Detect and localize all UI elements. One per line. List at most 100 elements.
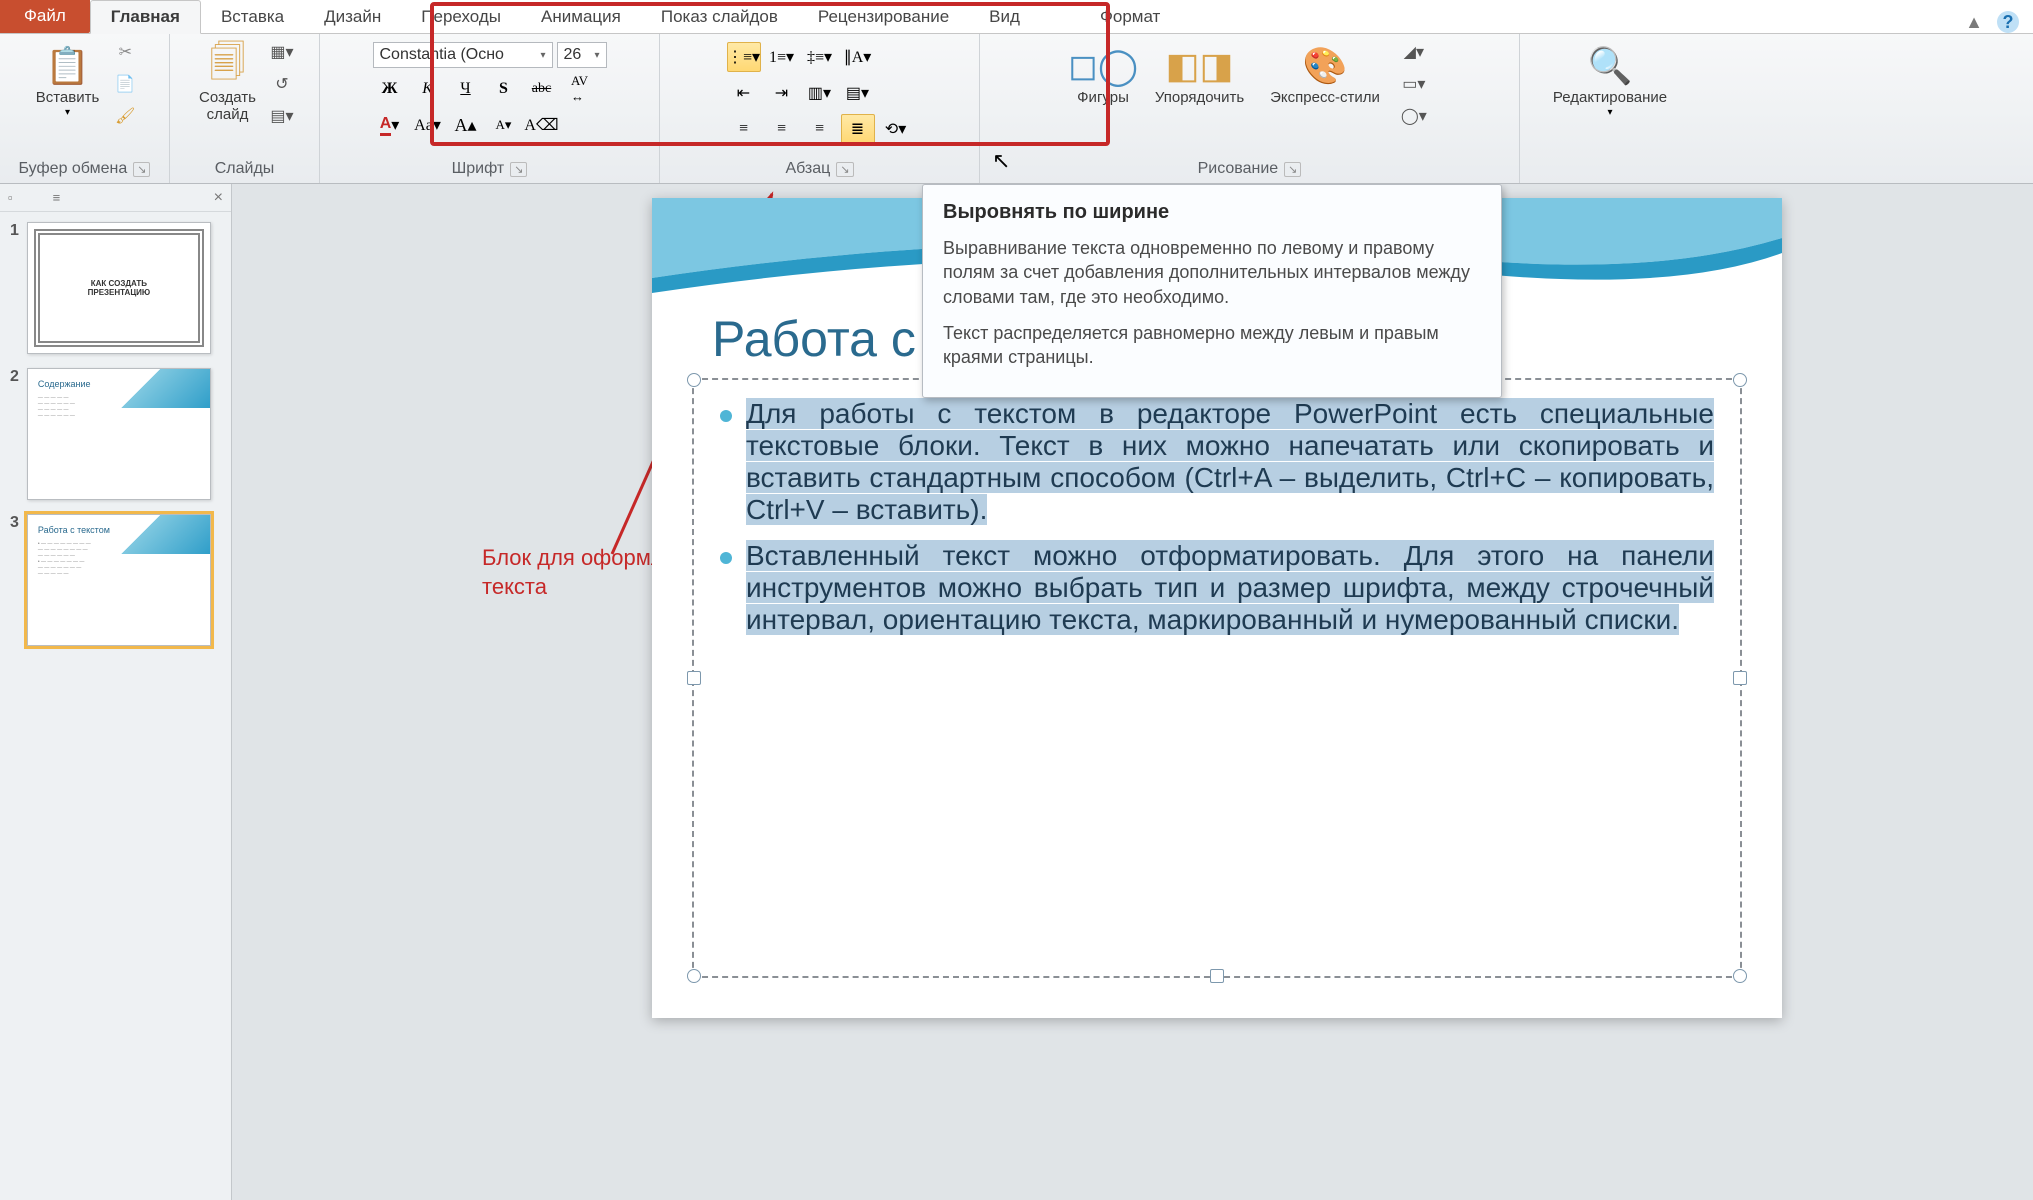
reset-button[interactable]: ↺ bbox=[268, 70, 296, 98]
section-button[interactable]: ▤▾ bbox=[268, 102, 296, 130]
text-frame[interactable]: Для работы с текстом в редакторе PowerPo… bbox=[692, 378, 1742, 978]
clipboard-launcher[interactable]: ↘ bbox=[133, 162, 150, 177]
justify-tooltip: Выровнять по ширине Выравнивание текста … bbox=[922, 184, 1502, 398]
strike-button[interactable]: abc bbox=[525, 74, 559, 104]
align-right-button[interactable]: ≡ bbox=[803, 114, 837, 144]
bullet-icon bbox=[720, 410, 732, 422]
font-group-label: Шрифт bbox=[452, 160, 505, 178]
handle-tr[interactable] bbox=[1733, 373, 1747, 387]
handle-bl[interactable] bbox=[687, 969, 701, 983]
handle-tl[interactable] bbox=[687, 373, 701, 387]
tab-design[interactable]: Дизайн bbox=[304, 1, 401, 33]
group-slides: 🗐 Создать слайд ▦▾ ↺ ▤▾ Слайды bbox=[170, 34, 320, 183]
bold-button[interactable]: Ж bbox=[373, 74, 407, 104]
close-panel-icon[interactable]: × bbox=[214, 189, 223, 207]
font-size-combo[interactable]: 26▾ bbox=[557, 42, 607, 68]
tab-format[interactable]: Формат bbox=[1080, 1, 1180, 33]
slide-thumbnails-panel: ▫ ≡ × 1 КАК СОЗДАТЬПРЕЗЕНТАЦИЮ 2 Содержа… bbox=[0, 184, 232, 1200]
font-family-combo[interactable]: Constantia (Осно▾ bbox=[373, 42, 553, 68]
tab-animation[interactable]: Анимация bbox=[521, 1, 641, 33]
handle-mr[interactable] bbox=[1733, 671, 1747, 685]
find-icon: 🔍 bbox=[1586, 42, 1634, 90]
ribbon: 📋 Вставить ▾ ✂ 📄 🖌 Буфер обмена ↘ 🗐 Созда… bbox=[0, 34, 2033, 184]
align-left-button[interactable]: ≡ bbox=[727, 114, 761, 144]
inc-indent-button[interactable]: ⇥ bbox=[765, 78, 799, 108]
tab-slideshow[interactable]: Показ слайдов bbox=[641, 1, 798, 33]
thumb-2-number: 2 bbox=[10, 368, 19, 500]
copy-button[interactable]: 📄 bbox=[111, 70, 139, 98]
tab-home[interactable]: Главная bbox=[90, 0, 201, 34]
shapes-button[interactable]: ◻◯ Фигуры bbox=[1071, 38, 1135, 130]
drawing-label: Рисование bbox=[1198, 160, 1279, 178]
tab-transitions[interactable]: Переходы bbox=[401, 1, 521, 33]
tab-review[interactable]: Рецензирование bbox=[798, 1, 969, 33]
shapes-label: Фигуры bbox=[1077, 90, 1129, 107]
tab-view[interactable]: Вид bbox=[969, 1, 1040, 33]
font-color-button[interactable]: A▾ bbox=[373, 110, 407, 140]
slide-thumb-3[interactable]: Работа с текстом • — — — — — — — —— — — … bbox=[27, 514, 211, 646]
help-icon[interactable]: ? bbox=[1997, 11, 2019, 33]
shadow-button[interactable]: S bbox=[487, 74, 521, 104]
thumbnails-tab-icon[interactable]: ▫ bbox=[8, 190, 13, 205]
group-drawing: ◻◯ Фигуры ◧◨ Упорядочить 🎨 Экспресс-стил… bbox=[980, 34, 1520, 183]
minimize-ribbon-icon[interactable]: ▲ bbox=[1965, 12, 1983, 33]
group-paragraph: ⋮≡▾ 1≡▾ ‡≡▾ ∥A▾ ⇤ ⇥ ▥▾ ▤▾ ≡ ≡ ≡ ≣ ⟲▾ Абз… bbox=[660, 34, 980, 183]
paste-icon: 📋 bbox=[44, 42, 92, 90]
paste-label: Вставить bbox=[36, 90, 100, 107]
shapes-icon: ◻◯ bbox=[1079, 42, 1127, 90]
paragraph-launcher[interactable]: ↘ bbox=[836, 162, 853, 177]
editing-label: Редактирование bbox=[1553, 90, 1667, 107]
change-case-button[interactable]: Aa▾ bbox=[411, 110, 445, 140]
text-direction-button[interactable]: ∥A▾ bbox=[841, 42, 875, 72]
new-slide-button[interactable]: 🗐 Создать слайд bbox=[193, 38, 262, 130]
numbering-button[interactable]: 1≡▾ bbox=[765, 42, 799, 72]
thumb-1-number: 1 bbox=[10, 222, 19, 354]
clipboard-label: Буфер обмена bbox=[19, 160, 128, 178]
bullet-1-text[interactable]: Для работы с текстом в редакторе PowerPo… bbox=[746, 398, 1714, 525]
slide-thumb-2[interactable]: Содержание — — — — —— — — — — —— — — — —… bbox=[27, 368, 211, 500]
cut-button[interactable]: ✂ bbox=[111, 38, 139, 66]
underline-button[interactable]: Ч bbox=[449, 74, 483, 104]
drawing-launcher[interactable]: ↘ bbox=[1284, 162, 1301, 177]
handle-bm[interactable] bbox=[1210, 969, 1224, 983]
tooltip-title: Выровнять по ширине bbox=[943, 201, 1481, 224]
bullet-2-text[interactable]: Вставленный текст можно отформатировать.… bbox=[746, 540, 1714, 635]
align-center-button[interactable]: ≡ bbox=[765, 114, 799, 144]
bullet-icon bbox=[720, 552, 732, 564]
format-painter-button[interactable]: 🖌 bbox=[111, 102, 139, 130]
tab-file[interactable]: Файл bbox=[0, 0, 90, 33]
handle-br[interactable] bbox=[1733, 969, 1747, 983]
layout-button[interactable]: ▦▾ bbox=[268, 38, 296, 66]
char-spacing-button[interactable]: AV↔ bbox=[563, 74, 597, 104]
bullets-button[interactable]: ⋮≡▾ bbox=[727, 42, 761, 72]
outline-tab-icon[interactable]: ≡ bbox=[53, 190, 61, 205]
shape-fill-button[interactable]: ◢▾ bbox=[1400, 38, 1428, 66]
styles-label: Экспресс-стили bbox=[1270, 90, 1380, 107]
editing-button[interactable]: 🔍 Редактирование ▾ bbox=[1547, 38, 1673, 122]
clear-format-button[interactable]: A⌫ bbox=[525, 110, 559, 140]
shrink-font-button[interactable]: A▾ bbox=[487, 110, 521, 140]
grow-font-button[interactable]: A▴ bbox=[449, 110, 483, 140]
font-launcher[interactable]: ↘ bbox=[510, 162, 527, 177]
justify-button[interactable]: ≣ bbox=[841, 114, 875, 144]
arrange-button[interactable]: ◧◨ Упорядочить bbox=[1149, 38, 1250, 130]
shape-effects-button[interactable]: ◯▾ bbox=[1400, 102, 1428, 130]
slides-label: Слайды bbox=[215, 160, 275, 178]
align-text-button[interactable]: ▤▾ bbox=[841, 78, 875, 108]
columns-button[interactable]: ▥▾ bbox=[803, 78, 837, 108]
new-slide-label: Создать слайд bbox=[199, 90, 256, 123]
line-spacing-button[interactable]: ‡≡▾ bbox=[803, 42, 837, 72]
dec-indent-button[interactable]: ⇤ bbox=[727, 78, 761, 108]
shape-outline-button[interactable]: ▭▾ bbox=[1400, 70, 1428, 98]
ribbon-tabs: Файл Главная Вставка Дизайн Переходы Ани… bbox=[0, 0, 2033, 34]
italic-button[interactable]: К bbox=[411, 74, 445, 104]
tab-insert[interactable]: Вставка bbox=[201, 1, 304, 33]
quick-styles-button[interactable]: 🎨 Экспресс-стили bbox=[1264, 38, 1386, 130]
slide-canvas: Блок для оформления текста Выровнять по … bbox=[232, 184, 2033, 1200]
arrange-label: Упорядочить bbox=[1155, 90, 1244, 107]
slide-thumb-1[interactable]: КАК СОЗДАТЬПРЕЗЕНТАЦИЮ bbox=[27, 222, 211, 354]
paste-button[interactable]: 📋 Вставить ▾ bbox=[30, 38, 106, 130]
smartart-button[interactable]: ⟲▾ bbox=[879, 114, 913, 144]
tooltip-para-2: Текст распределяется равномерно между ле… bbox=[943, 321, 1481, 370]
handle-ml[interactable] bbox=[687, 671, 701, 685]
